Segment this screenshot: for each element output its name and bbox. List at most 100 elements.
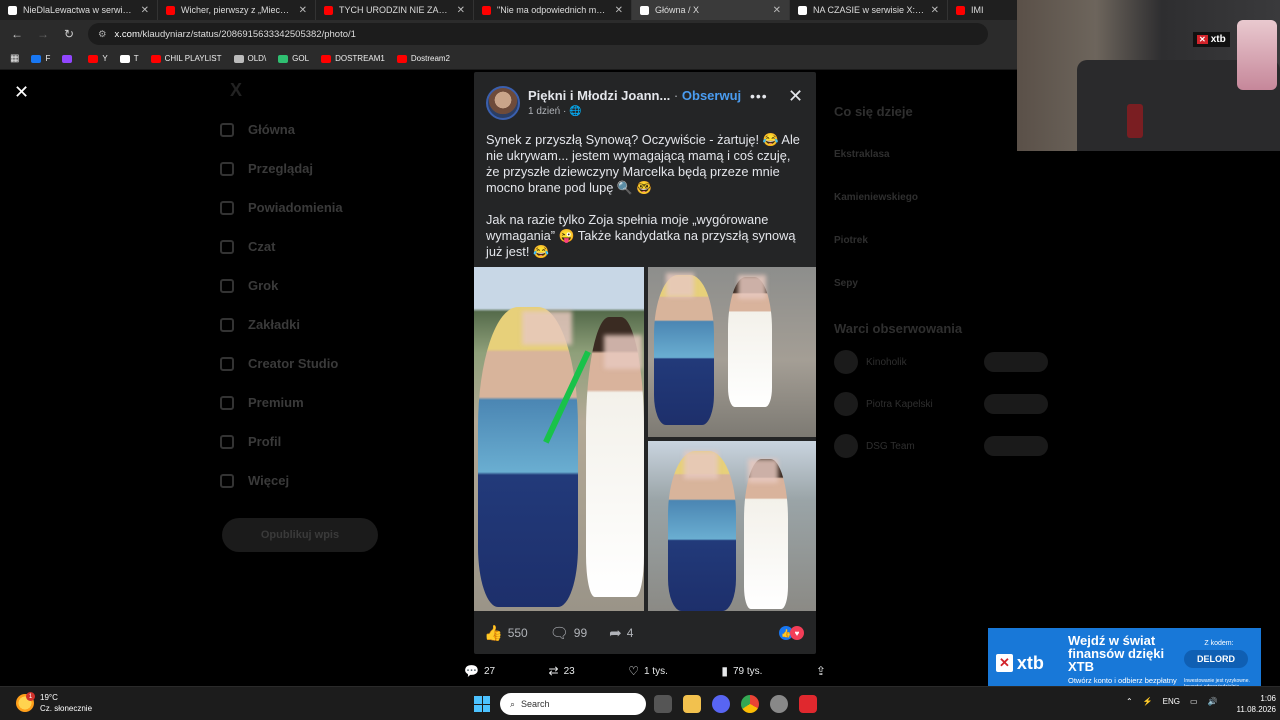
reply-button[interactable]: 💬 27: [464, 664, 495, 678]
x-nav-item[interactable]: Profil: [220, 422, 470, 461]
comment-stat[interactable]: 🗨 99: [550, 624, 587, 642]
taskbar-search[interactable]: ⌕ Search: [500, 693, 646, 715]
trend-item[interactable]: Sepy: [834, 278, 1048, 289]
x-nav-item[interactable]: Zakładki: [220, 305, 470, 344]
bookmark-item[interactable]: Dostream2: [396, 54, 450, 63]
x-nav-item[interactable]: Grok: [220, 266, 470, 305]
photo-bottom-right[interactable]: [648, 441, 816, 611]
trend-item[interactable]: Piotrek: [834, 235, 1048, 246]
tab-close-icon[interactable]: ✕: [773, 5, 781, 16]
follow-suggestion[interactable]: Piotra Kapelski: [834, 392, 1048, 416]
app-icon[interactable]: [799, 695, 817, 713]
trend-item[interactable]: Kamieniewskiego: [834, 192, 1048, 203]
bookmark-item[interactable]: OLD\: [233, 54, 267, 63]
x-nav-item[interactable]: Powiadomienia: [220, 188, 470, 227]
face-blur: [666, 273, 694, 297]
webcam-brand: xtb: [1210, 34, 1226, 45]
like-button[interactable]: ♡ 1 tys.: [628, 664, 668, 678]
browser-tab[interactable]: Wicher, pierwszy z „Mieczników ✕: [158, 0, 316, 20]
follow-button[interactable]: [984, 394, 1048, 414]
language-indicator[interactable]: ENG: [1163, 697, 1180, 706]
bookmark-item[interactable]: DOSTREAM1: [321, 54, 385, 63]
nav-icon: [220, 434, 234, 449]
bookmark-item[interactable]: Y: [88, 54, 108, 63]
x-nav-item[interactable]: Premium: [220, 383, 470, 422]
browser-tab[interactable]: "Nie ma odpowiednich mężczy ✕: [474, 0, 632, 20]
follow-name: Kinoholik: [866, 356, 907, 368]
browser-tab[interactable]: Główna / X ✕: [632, 0, 790, 20]
repost-button[interactable]: ⇄ 23: [549, 664, 575, 678]
share-stat[interactable]: ➦ 4: [609, 624, 633, 642]
share-button[interactable]: ⇪: [816, 664, 826, 678]
x-nav-item[interactable]: Przeglądaj: [220, 149, 470, 188]
facebook-post-image[interactable]: Piękni i Młodzi Joann... · Obserwuj 1 dz…: [474, 72, 816, 654]
bookmark-item[interactable]: GOL: [278, 54, 309, 63]
url-field[interactable]: ⚙ x.com/klaudyniarz/status/2086915633342…: [88, 23, 988, 45]
bookmark-item[interactable]: F: [31, 54, 50, 63]
monitor-icon[interactable]: ▭: [1190, 697, 1198, 706]
close-post-icon[interactable]: ✕: [788, 86, 803, 107]
follow-button[interactable]: [984, 436, 1048, 456]
site-info-icon[interactable]: ⚙: [98, 29, 107, 40]
reaction-icons[interactable]: 👍 ♥: [779, 626, 804, 640]
post-photo-collage[interactable]: [474, 267, 816, 611]
follow-link[interactable]: Obserwuj: [682, 88, 741, 103]
network-icon[interactable]: ⚡: [1143, 697, 1153, 706]
clock[interactable]: 1:06 11.08.2026: [1232, 693, 1276, 715]
ad-code-button[interactable]: DELORD: [1184, 650, 1248, 668]
x-nav-item[interactable]: Creator Studio: [220, 344, 470, 383]
x-nav-item[interactable]: Główna: [220, 110, 470, 149]
tab-favicon-icon: [482, 5, 491, 15]
apps-grid-icon[interactable]: ▦: [10, 53, 19, 64]
bookmark-item[interactable]: [62, 54, 76, 63]
page-avatar[interactable]: [486, 86, 520, 120]
post-button[interactable]: Opublikuj wpis: [222, 518, 378, 552]
chevron-up-icon[interactable]: ⌃: [1126, 697, 1133, 706]
photo-top-right[interactable]: [648, 267, 816, 437]
discord-icon[interactable]: [712, 695, 730, 713]
like-stat[interactable]: 👍 550: [484, 624, 528, 642]
tab-close-icon[interactable]: ✕: [141, 5, 149, 16]
photo-main[interactable]: [474, 267, 644, 611]
weather-widget[interactable]: 1 19°C Cz. słonecznie: [16, 692, 92, 714]
browser-tab[interactable]: NieDlaLewactwa w serwisie X: „ ✕: [0, 0, 158, 20]
share-count: 4: [626, 626, 634, 640]
reload-icon[interactable]: ↻: [62, 27, 76, 41]
back-icon[interactable]: ←: [10, 27, 24, 41]
x-nav-item[interactable]: Więcej: [220, 461, 470, 500]
bookmark-item[interactable]: T: [119, 54, 139, 63]
trend-item[interactable]: Ekstraklasa: [834, 149, 1048, 160]
follow-button[interactable]: [984, 352, 1048, 372]
thumbs-up-icon: 👍: [484, 625, 503, 642]
windows-start-icon[interactable]: [474, 696, 490, 712]
task-view-icon[interactable]: [654, 695, 672, 713]
webcam-xtb-logo: ✕ xtb: [1193, 32, 1230, 47]
browser-tab[interactable]: TYCH URODZIN NIE ZAPOMNI ✕: [316, 0, 474, 20]
reply-icon: 💬: [464, 664, 479, 678]
nav-label: Więcej: [248, 473, 290, 488]
bookmark-icon: [278, 54, 289, 63]
nav-icon: [220, 278, 234, 293]
forward-icon[interactable]: →: [36, 27, 50, 41]
x-nav-item[interactable]: Czat: [220, 227, 470, 266]
bookmark-label: OLD\: [247, 54, 267, 63]
nav-label: Creator Studio: [248, 356, 339, 371]
follow-suggestion[interactable]: Kinoholik: [834, 350, 1048, 374]
browser-tab[interactable]: NA CZASIE w serwisie X: 🇺🇸Inf ✕: [790, 0, 948, 20]
tab-close-icon[interactable]: ✕: [931, 5, 939, 16]
bookmark-item[interactable]: CHIL PLAYLIST: [150, 54, 222, 63]
page-name[interactable]: Piękni i Młodzi Joann...: [528, 88, 670, 103]
follow-suggestion[interactable]: DSG Team: [834, 434, 1048, 458]
file-explorer-icon[interactable]: [683, 695, 701, 713]
tab-close-icon[interactable]: ✕: [457, 5, 465, 16]
tab-close-icon[interactable]: ✕: [299, 5, 307, 16]
chrome-icon[interactable]: [741, 695, 759, 713]
settings-icon[interactable]: [770, 695, 788, 713]
volume-icon[interactable]: 🔊: [1208, 697, 1218, 706]
views-button[interactable]: ▮ 79 tys.: [721, 664, 762, 678]
tab-favicon-icon: [640, 5, 649, 15]
close-viewer-icon[interactable]: ✕: [14, 82, 29, 103]
taskbar-apps: [654, 695, 817, 713]
more-options-icon[interactable]: •••: [750, 88, 768, 104]
tab-close-icon[interactable]: ✕: [615, 5, 623, 16]
